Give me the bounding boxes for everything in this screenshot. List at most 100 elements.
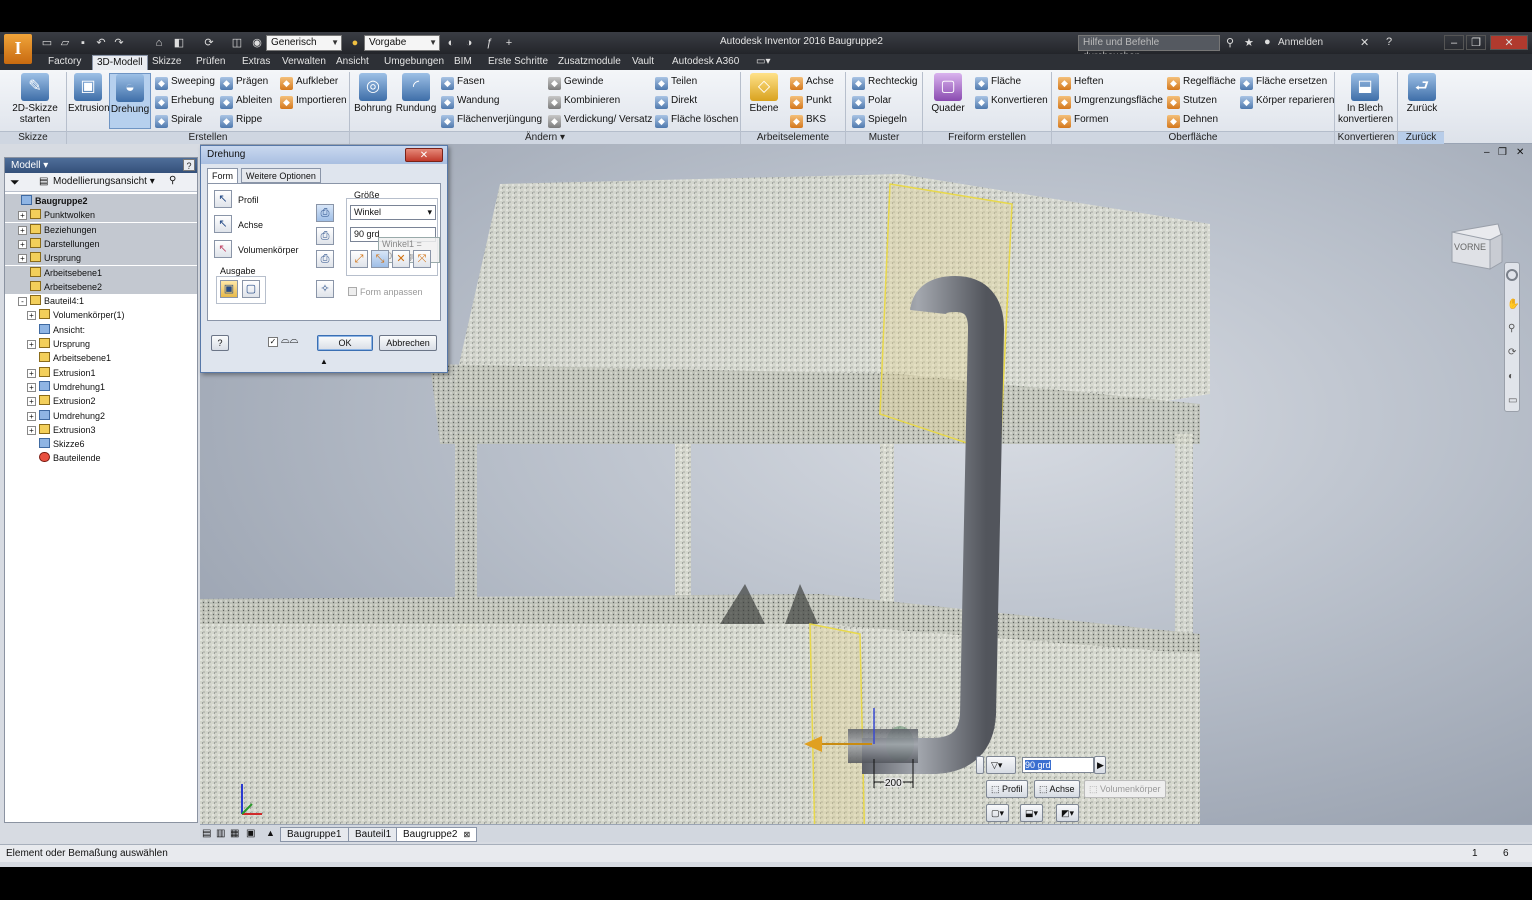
browser-node[interactable]: Ansicht:: [5, 323, 197, 337]
intersect-button[interactable]: ⎙: [316, 250, 334, 268]
ribbon-small-button[interactable]: ◆ BKS: [790, 112, 826, 128]
profil-select-button[interactable]: ↖: [214, 190, 232, 208]
form-anpassen-checkbox[interactable]: [348, 287, 357, 296]
ribbon-tab[interactable]: Extras: [238, 55, 274, 70]
restore-button[interactable]: ❐: [1466, 35, 1486, 50]
ribbon-tab[interactable]: Umgebungen: [380, 55, 448, 70]
close-tab-icon[interactable]: ⊠: [464, 830, 471, 839]
undo-icon[interactable]: ↶: [94, 36, 108, 50]
ribbon-tab[interactable]: Autodesk A360: [668, 55, 743, 70]
ribbon-tab[interactable]: Factory: [44, 55, 85, 70]
dialog-help-button[interactable]: ?: [211, 335, 229, 351]
ribbon-small-button[interactable]: ◆ Spirale: [155, 112, 202, 128]
clear-appearance-icon[interactable]: ◐: [444, 36, 458, 50]
view-selector[interactable]: Modellierungsansicht ▾: [53, 176, 155, 187]
expand-icon[interactable]: +: [27, 397, 36, 407]
material-combo[interactable]: Generisch ▼: [266, 35, 342, 51]
tab-overflow-icon[interactable]: ▭▾: [752, 55, 774, 70]
browser-node[interactable]: + Punktwolken: [5, 208, 197, 223]
browser-node[interactable]: + Umdrehung1: [5, 380, 197, 394]
orbit-icon[interactable]: ⟳: [1508, 347, 1516, 358]
ribbon-small-button[interactable]: ◆ Teilen: [655, 74, 697, 90]
ribbon-small-button[interactable]: ◆ Importieren: [280, 93, 347, 109]
ribbon-small-button[interactable]: ◆ Prägen: [220, 74, 268, 90]
help-icon[interactable]: ?: [1386, 36, 1392, 48]
new-solid-button[interactable]: ✧: [316, 280, 334, 298]
browser-node[interactable]: - Bauteil4:1: [5, 294, 197, 308]
browser-node[interactable]: Bauteilende: [5, 451, 197, 465]
browser-header[interactable]: Modell ▾ ?: [5, 158, 197, 173]
ribbon-tab[interactable]: Erste Schritte: [484, 55, 552, 70]
ribbon-small-button[interactable]: ◆ Konvertieren: [975, 93, 1048, 109]
pan-icon[interactable]: ✋: [1507, 299, 1519, 310]
browser-node[interactable]: Baugruppe2: [5, 194, 197, 208]
expand-icon[interactable]: +: [27, 411, 36, 421]
cascade-icon[interactable]: ▦: [230, 828, 239, 839]
direction-symmetric-button[interactable]: ✕: [392, 250, 410, 268]
minimize-button[interactable]: –: [1444, 35, 1464, 50]
preview-checkbox[interactable]: ✓: [268, 337, 278, 347]
ribbon-small-button[interactable]: ◆ Achse: [790, 74, 834, 90]
exchange-icon[interactable]: ✕: [1360, 36, 1369, 49]
dialog-close-button[interactable]: ✕: [405, 148, 443, 162]
browser-node[interactable]: + Volumenkörper(1): [5, 308, 197, 322]
ribbon-tab[interactable]: 3D-Modell: [92, 55, 148, 70]
output-solid-button[interactable]: ▣: [220, 280, 238, 298]
ribbon-small-button[interactable]: ◆ Ableiten: [220, 93, 272, 109]
ribbon-tab[interactable]: Ansicht: [332, 55, 373, 70]
select-icon[interactable]: ◧: [172, 36, 186, 50]
tile-horizontal-icon[interactable]: ▤: [202, 828, 211, 839]
join-button[interactable]: ⎙: [316, 204, 334, 222]
mini-profil-button[interactable]: ⬚ Profil: [986, 780, 1028, 798]
filter-icon[interactable]: ⏷: [10, 175, 20, 190]
inventor-logo[interactable]: I: [4, 34, 32, 64]
close-button[interactable]: ✕: [1490, 35, 1528, 50]
bohrung-button[interactable]: ◎ Bohrung: [352, 73, 394, 114]
binoculars-icon[interactable]: ⚲: [169, 175, 176, 186]
ribbon-tab[interactable]: Prüfen: [192, 55, 229, 70]
ribbon-small-button[interactable]: ◆ Aufkleber: [280, 74, 338, 90]
mini-apply-arrow[interactable]: ▶: [1094, 756, 1106, 774]
ribbon-small-button[interactable]: ◆ Fläche löschen: [655, 112, 738, 128]
ribbon-small-button[interactable]: ◆ Flächenverjüngung: [441, 112, 542, 128]
browser-node[interactable]: Arbeitsebene1: [5, 265, 197, 280]
drehung-button[interactable]: ◒ Drehung: [109, 73, 151, 129]
ebene-button[interactable]: ◇ Ebene: [746, 73, 782, 114]
ribbon-tab[interactable]: Vault: [628, 55, 658, 70]
dimension-value[interactable]: 200: [884, 777, 904, 791]
arrange-icon[interactable]: ▣: [246, 828, 255, 839]
collapse-icon[interactable]: -: [18, 297, 27, 307]
start-2d-sketch-button[interactable]: ✎ 2D-Skizze starten: [8, 73, 62, 125]
zurueck-button[interactable]: ⮐ Zurück: [1402, 73, 1442, 114]
zoom-icon[interactable]: ⚲: [1508, 323, 1515, 334]
ribbon-small-button[interactable]: ◆ Spiegeln: [852, 112, 907, 128]
viewcube-side[interactable]: [1489, 233, 1503, 270]
measure-icon[interactable]: ◫: [230, 36, 244, 50]
viewport-restore-icon[interactable]: ❐: [1498, 147, 1507, 158]
adjust-icon[interactable]: ◑: [462, 36, 476, 50]
document-tab[interactable]: Bauteil1: [348, 827, 399, 842]
extrusion-button[interactable]: ▣ Extrusion: [68, 73, 110, 114]
ribbon-tab[interactable]: BIM: [450, 55, 476, 70]
direction-asymmetric-button[interactable]: ⤧: [413, 250, 431, 268]
ribbon-small-button[interactable]: ◆ Dehnen: [1167, 112, 1218, 128]
in-blech-konvertieren-button[interactable]: ⬓ In Blech konvertieren: [1338, 73, 1393, 125]
browser-node[interactable]: + Beziehungen: [5, 222, 197, 237]
steering-wheel-icon[interactable]: [1506, 269, 1518, 281]
direction-1-button[interactable]: ⤢: [350, 250, 368, 268]
extent-type-combo[interactable]: Winkel ▾: [350, 205, 436, 220]
browser-node[interactable]: Skizze6: [5, 437, 197, 451]
document-tab[interactable]: Baugruppe2 ⊠: [396, 827, 478, 842]
redo-icon[interactable]: ↷: [112, 36, 126, 50]
browser-node[interactable]: Arbeitsebene2: [5, 279, 197, 294]
ribbon-small-button[interactable]: ◆ Rippe: [220, 112, 262, 128]
help-icon[interactable]: ?: [183, 159, 195, 171]
quader-button[interactable]: ▢ Quader: [928, 73, 968, 114]
ribbon-tab[interactable]: Skizze: [148, 55, 185, 70]
ribbon-small-button[interactable]: ◆ Fläche ersetzen: [1240, 74, 1327, 90]
mini-output-dropdown[interactable]: ▢▾: [986, 804, 1010, 822]
expand-icon[interactable]: +: [27, 425, 36, 435]
appearance-combo[interactable]: Vorgabe ▼: [364, 35, 440, 51]
browser-node[interactable]: + Extrusion1: [5, 366, 197, 380]
ribbon-small-button[interactable]: ◆ Punkt: [790, 93, 832, 109]
